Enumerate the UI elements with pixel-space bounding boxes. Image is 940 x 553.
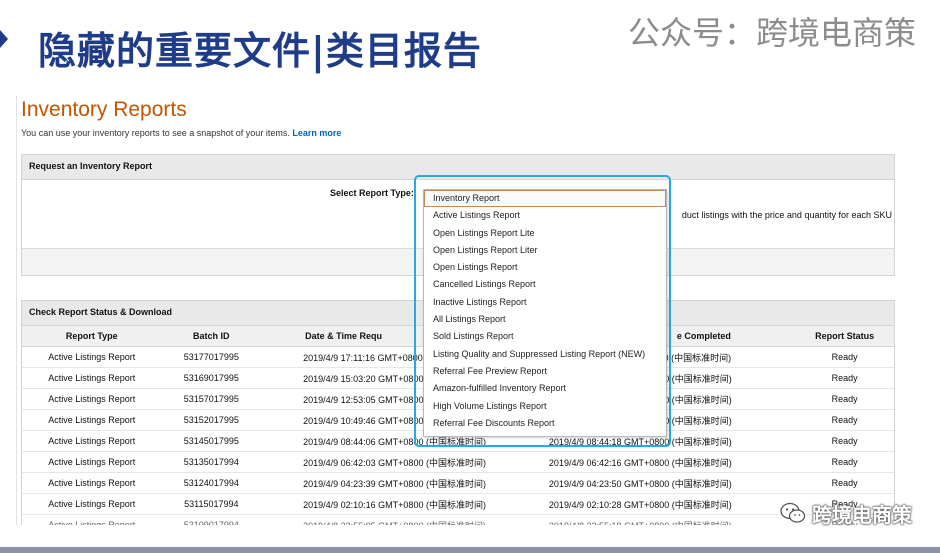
slide-title: 隐藏的重要文件|类目报告 (38, 29, 482, 73)
dropdown-option[interactable]: Referral Fee Preview Report (424, 363, 666, 380)
date-requested-cell: 2019/4/9 04:23:39 GMT+0800 (中国标准时间) (261, 472, 506, 494)
col-batch-id[interactable]: Batch ID (161, 326, 262, 347)
report-status-cell: Ready (795, 472, 894, 494)
batch-id-cell: 53115017994 (161, 493, 262, 515)
date-requested-cell: 2019/4/9 02:10:16 GMT+0800 (中国标准时间) (261, 493, 506, 515)
col-report-status[interactable]: Report Status (795, 326, 894, 347)
subtitle-text: You can use your inventory reports to se… (21, 128, 290, 138)
table-row[interactable]: Active Listings Report 53135017994 2019/4/… (22, 451, 894, 473)
dropdown-option[interactable]: Listing Quality and Suppressed Listing R… (424, 346, 666, 363)
wechat-icon (780, 502, 806, 523)
batch-id-cell: 53135017994 (161, 451, 262, 473)
date-completed-cell: 2019/4/9 02:10:28 GMT+0800 (中国标准时间) (505, 493, 796, 515)
table-row[interactable]: Active Listings Report 53124017994 2019/4/… (22, 472, 894, 494)
slide-bottom-bar (0, 547, 940, 553)
date-completed-cell: 2019/4/8 23:55:18 GMT+0800 (中国标准时间) (505, 514, 796, 525)
date-completed-cell: 2019/4/9 06:42:16 GMT+0800 (中国标准时间) (505, 451, 796, 473)
date-requested-cell: 2019/4/8 23:55:05 GMT+0800 (中国标准时间) (261, 514, 506, 525)
batch-id-cell: 53157017995 (161, 388, 262, 410)
dropdown-option[interactable]: Open Listings Report (424, 259, 666, 276)
report-type-cell: Active Listings Report (22, 430, 162, 452)
dropdown-option[interactable]: Amazon-fulfilled Inventory Report (424, 380, 666, 397)
batch-id-cell: 53145017995 (161, 430, 262, 452)
report-type-cell: Active Listings Report (22, 514, 162, 525)
batch-id-cell: 53124017994 (161, 472, 262, 494)
watermark-top: 公众号：跨境电商策 (627, 14, 916, 52)
table-row[interactable]: Active Listings Report531090179942019/4/… (22, 514, 894, 525)
page-subtitle: You can use your inventory reports to se… (21, 128, 341, 138)
report-type-cell: Active Listings Report (22, 409, 162, 431)
report-status-cell: Ready (795, 367, 894, 389)
page-heading: Inventory Reports (21, 98, 187, 121)
table-row[interactable]: Active Listings Report 53115017994 2019/4/… (22, 493, 894, 515)
dropdown-option[interactable]: Active Listings Report (424, 207, 666, 224)
report-type-cell: Active Listings Report (22, 367, 162, 389)
dropdown-option[interactable]: Cancelled Listings Report (424, 276, 666, 293)
bullet-arrow-icon (0, 30, 8, 48)
report-type-dropdown[interactable]: Inventory Report Active Listings Report Op… (423, 189, 667, 437)
dropdown-option[interactable]: Sold Listings Report (424, 328, 666, 345)
dropdown-option[interactable]: Inventory Report (424, 190, 666, 208)
report-type-cell: Active Listings Report (22, 346, 162, 368)
dropdown-option[interactable]: All Listings Report (424, 311, 666, 328)
batch-id-cell: 53169017995 (161, 367, 262, 389)
date-requested-cell: 2019/4/9 06:42:03 GMT+0800 (中国标准时间) (261, 451, 506, 473)
batch-id-cell: 53177017995 (161, 346, 262, 368)
report-status-cell: Ready (795, 388, 894, 410)
dropdown-option[interactable]: High Volume Listings Report (424, 398, 666, 415)
batch-id-cell: 53109017994 (161, 514, 262, 525)
dropdown-option[interactable]: Inactive Listings Report (424, 294, 666, 311)
dropdown-option[interactable]: Open Listings Report Lite (424, 225, 666, 242)
report-status-cell: Ready (795, 409, 894, 431)
report-type-cell: Active Listings Report (22, 493, 162, 515)
learn-more-link[interactable]: Learn more (292, 128, 341, 138)
report-status-cell: Ready (795, 451, 894, 473)
dropdown-option[interactable]: Referral Fee Discounts Report (424, 415, 666, 432)
report-status-cell: Ready (795, 430, 894, 452)
report-type-cell: Active Listings Report (22, 451, 162, 473)
report-type-cell: Active Listings Report (22, 388, 162, 410)
batch-id-cell: 53152017995 (161, 409, 262, 431)
col-report-type[interactable]: Report Type (22, 326, 162, 347)
report-description: duct listings with the price and quantit… (681, 210, 892, 220)
report-status-cell: Ready (795, 346, 894, 368)
date-completed-cell: 2019/4/9 04:23:50 GMT+0800 (中国标准时间) (505, 472, 796, 494)
report-type-cell: Active Listings Report (22, 472, 162, 494)
watermark-bottom-text: 跨境电商策 (812, 502, 912, 527)
select-report-type-label: Select Report Type: (330, 188, 414, 198)
dropdown-option[interactable]: Open Listings Report Liter (424, 242, 666, 259)
watermark-bottom: 跨境电商策 (780, 500, 912, 527)
